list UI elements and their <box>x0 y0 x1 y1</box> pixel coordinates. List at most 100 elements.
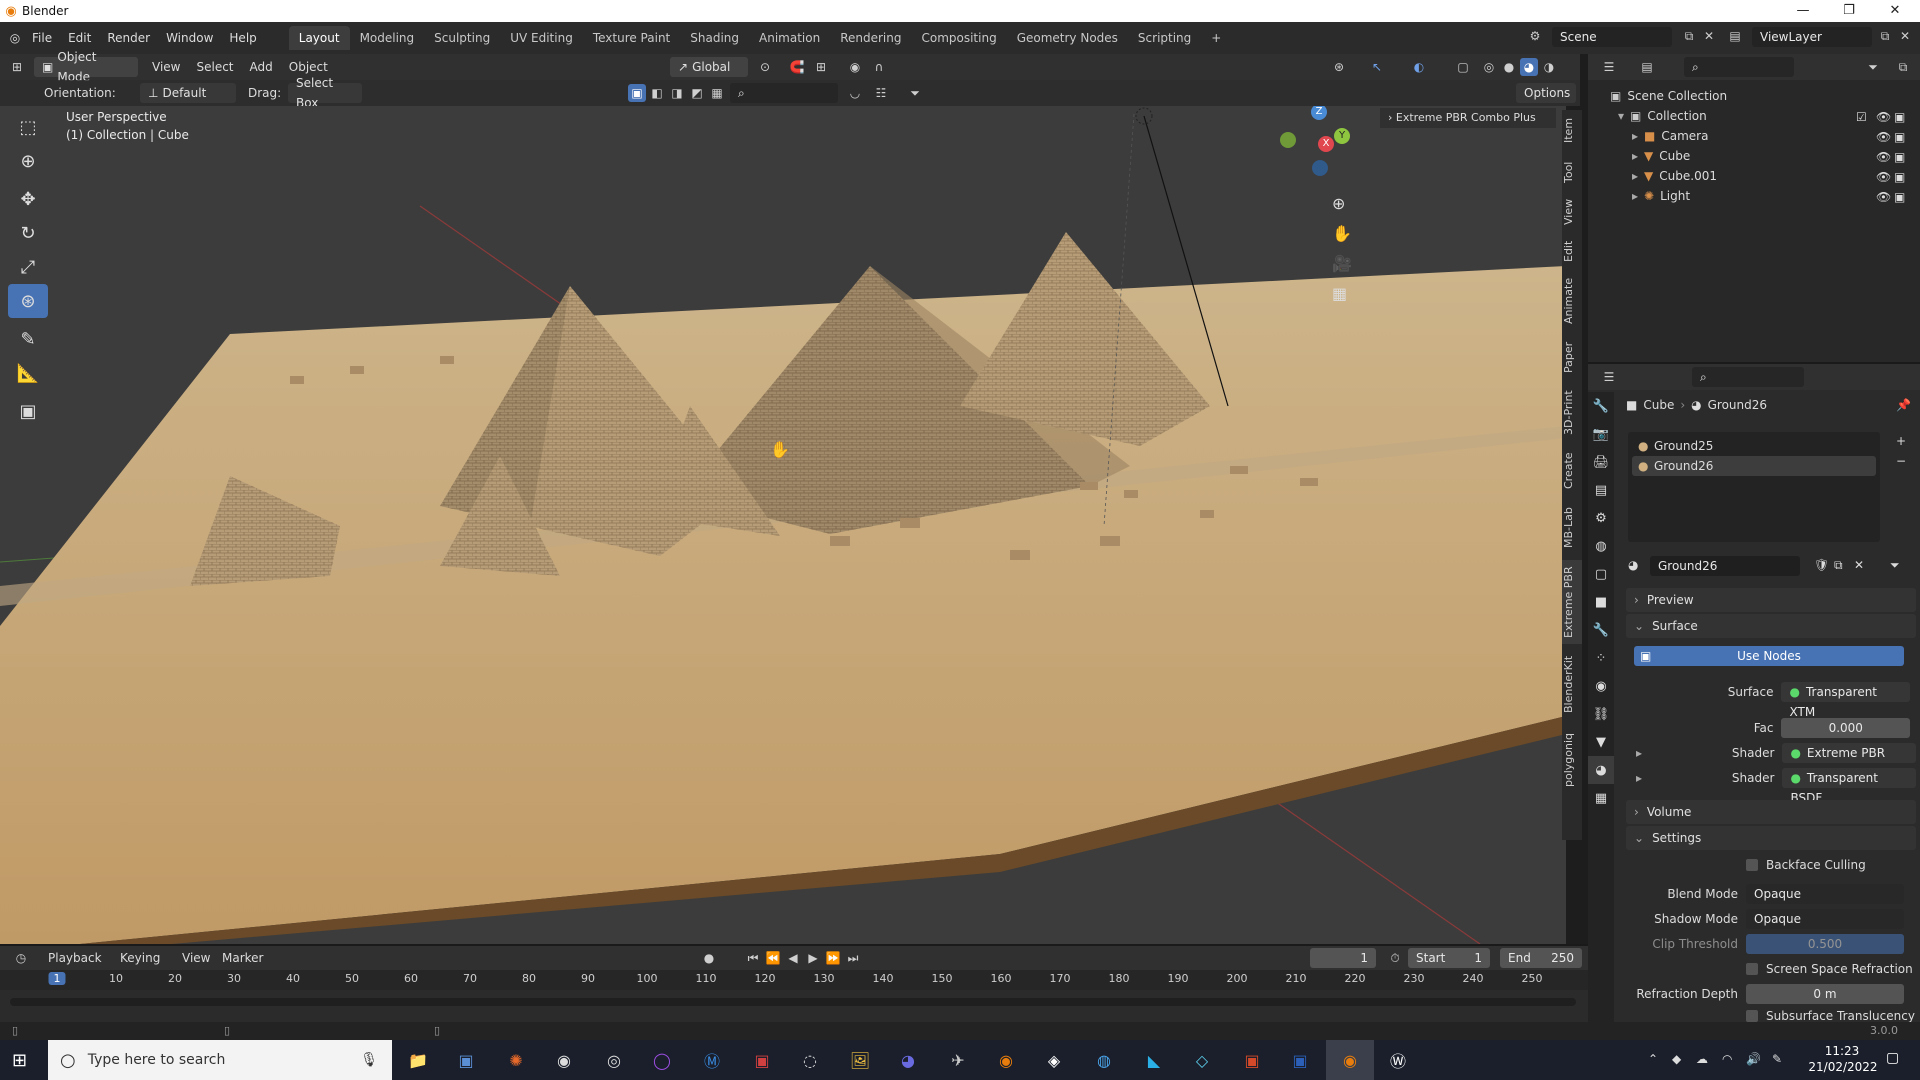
xray-icon[interactable]: ▢ <box>1454 58 1472 76</box>
frame-ruler[interactable]: 1 10 20 30 40 50 60 70 80 90 100 110 120 130 140 150 160… <box>0 970 1588 990</box>
rendered-shading-icon[interactable]: ◑ <box>1540 58 1558 76</box>
word-icon[interactable]: ▣ <box>1276 1040 1324 1080</box>
wifi-icon[interactable]: ◠ <box>1722 1052 1732 1066</box>
navigation-gizmo[interactable]: Z Y X <box>1276 106 1356 178</box>
record-icon[interactable]: ● <box>700 949 718 967</box>
overlay-icon[interactable]: ◐ <box>1410 58 1428 76</box>
render-tab-icon[interactable]: 📷 <box>1588 420 1614 448</box>
camera-render-icon[interactable]: ▣ <box>1894 130 1905 144</box>
menu-file[interactable]: File <box>24 27 60 49</box>
chevron-right-icon[interactable]: ▸ <box>1632 129 1638 143</box>
discord-icon[interactable]: ◕ <box>884 1040 932 1080</box>
camera-render-icon[interactable]: ▣ <box>1894 170 1905 184</box>
particles-tab-icon[interactable]: ⁘ <box>1588 644 1614 672</box>
use-nodes-button[interactable]: ▣ Use Nodes <box>1634 646 1904 666</box>
notification-icon[interactable]: ▢ <box>1886 1050 1899 1066</box>
chevron-down-icon[interactable]: ▾ <box>1618 109 1624 123</box>
tab-modeling[interactable]: Modeling <box>350 26 425 50</box>
mode-selector[interactable]: ▣ Object Mode <box>34 50 138 84</box>
menu-marker[interactable]: Marker <box>214 947 271 969</box>
taskbar-search-box[interactable]: ○ Type here to search 🎙 <box>48 1040 392 1080</box>
eye-icon[interactable]: 👁 <box>1876 110 1891 124</box>
properties-editor-icon[interactable]: ☰ <box>1600 368 1618 386</box>
material-browse-icon[interactable]: ◕ <box>1628 558 1638 572</box>
shadow-mode-dropdown[interactable]: Opaque <box>1746 909 1904 929</box>
tab-item[interactable]: Item <box>1562 110 1582 150</box>
remove-slot-icon[interactable]: − <box>1896 454 1906 468</box>
annotate-tool[interactable]: ✎ <box>8 322 48 356</box>
select-new-icon[interactable]: ▣ <box>628 84 646 102</box>
duplicate-material-icon[interactable]: ⧉ <box>1834 558 1843 573</box>
options-button[interactable]: Options <box>1516 83 1576 103</box>
camera-render-icon[interactable]: ▣ <box>1894 190 1905 204</box>
tab-view[interactable]: View <box>1562 194 1582 230</box>
gizmo-neg-z[interactable] <box>1312 160 1328 176</box>
scene-tab-icon[interactable]: ⚙ <box>1588 504 1614 532</box>
current-frame-field[interactable]: 1 <box>1310 948 1376 968</box>
orientation-selector[interactable]: ⊥ Default <box>140 83 236 103</box>
world-tab-icon[interactable]: ◍ <box>1588 532 1614 560</box>
app-icon[interactable]: ✈ <box>934 1040 982 1080</box>
material-shading-icon[interactable]: ◕ <box>1520 58 1538 76</box>
gizmo-icon[interactable]: ↖ <box>1368 58 1386 76</box>
surface-shader-field[interactable]: ● Transparent XTM <box>1781 682 1910 719</box>
snap-target-icon[interactable]: ⊞ <box>812 58 830 76</box>
section-volume[interactable]: › Volume <box>1626 800 1916 824</box>
collection-tab-icon[interactable]: ▢ <box>1588 560 1614 588</box>
extreme-pbr-panel-header[interactable]: › Extreme PBR Combo Plus <box>1380 108 1556 128</box>
start-frame-field[interactable]: Start 1 <box>1408 948 1490 968</box>
tool-tab-icon[interactable]: 🔧 <box>1588 392 1614 420</box>
proportional-edit-icon[interactable]: ◉ <box>846 58 864 76</box>
outliner-scene-collection[interactable]: ▣ Scene Collection <box>1610 86 1727 106</box>
dropbox-icon[interactable]: ◆ <box>1672 1052 1681 1066</box>
app-icon[interactable]: ◣ <box>1130 1040 1178 1080</box>
tab-uv-editing[interactable]: UV Editing <box>500 26 583 50</box>
menu-view[interactable]: View <box>144 56 188 78</box>
outliner-filter-icon[interactable]: ⏷ <box>1864 58 1882 76</box>
app-icon[interactable]: 🖼 <box>836 1040 884 1080</box>
section-settings[interactable]: ⌄ Settings <box>1626 826 1916 850</box>
tab-edit[interactable]: Edit <box>1562 234 1582 268</box>
add-workspace-button[interactable]: + <box>1201 26 1231 50</box>
minimize-button[interactable]: — <box>1780 0 1826 22</box>
eye-icon[interactable]: 👁 <box>1876 130 1891 144</box>
modifier-tab-icon[interactable]: 🔧 <box>1588 616 1614 644</box>
scale-tool[interactable]: ⤢ <box>8 250 48 284</box>
timeline-scrollbar[interactable] <box>10 998 1576 1006</box>
pen-icon[interactable]: ✎ <box>1772 1052 1782 1066</box>
tab-blenderkit[interactable]: BlenderKit <box>1562 648 1582 720</box>
add-slot-icon[interactable]: + <box>1896 434 1906 448</box>
tab-compositing[interactable]: Compositing <box>911 26 1006 50</box>
measure-tool[interactable]: 📐 <box>8 356 48 390</box>
select-subtract-icon[interactable]: ◨ <box>668 84 686 102</box>
gizmo-z-axis[interactable]: Z <box>1311 106 1327 120</box>
tab-extreme-pbr[interactable]: Extreme PBR <box>1562 560 1582 644</box>
powerpoint-icon[interactable]: ▣ <box>1228 1040 1276 1080</box>
chevron-right-icon[interactable]: ▸ <box>1632 169 1638 183</box>
close-button[interactable]: ✕ <box>1872 0 1918 22</box>
3d-viewport[interactable]: User Perspective (1) Collection | Cube ›… <box>0 106 1566 944</box>
tab-sculpting[interactable]: Sculpting <box>424 26 500 50</box>
material-slot-0[interactable]: ● Ground25 <box>1632 436 1876 456</box>
volume-icon[interactable]: 🔊 <box>1746 1052 1761 1066</box>
cloud-icon[interactable]: ☁ <box>1696 1052 1708 1066</box>
falloff-icon[interactable]: ∩ <box>870 58 888 76</box>
delete-viewlayer-icon[interactable]: ✕ <box>1896 27 1914 45</box>
menu-help[interactable]: Help <box>221 27 264 49</box>
shader1-field[interactable]: ●Extreme PBR BSDF <box>1782 743 1917 780</box>
refraction-depth-field[interactable]: 0 m <box>1746 984 1904 1004</box>
eye-icon[interactable]: 👁 <box>1876 170 1891 184</box>
app-icon[interactable]: Ⓦ <box>1374 1040 1422 1080</box>
jump-start-icon[interactable]: ⏮ <box>744 949 762 967</box>
blender-active-icon[interactable]: ◉ <box>1326 1040 1374 1080</box>
blend-mode-dropdown[interactable]: Opaque <box>1746 884 1904 904</box>
app-icon[interactable]: ▣ <box>738 1040 786 1080</box>
ssr-row[interactable]: Screen Space Refraction <box>1746 962 1913 976</box>
drag-selector[interactable]: Select Box <box>288 76 362 110</box>
physics-tab-icon[interactable]: ◉ <box>1588 672 1614 700</box>
select-box-tool[interactable]: ⬚ <box>8 110 48 144</box>
gizmo-neg-y[interactable] <box>1280 132 1296 148</box>
tab-tool[interactable]: Tool <box>1562 154 1582 190</box>
prev-key-icon[interactable]: ⏪ <box>764 949 782 967</box>
gizmo-x-axis[interactable]: X <box>1318 136 1334 152</box>
